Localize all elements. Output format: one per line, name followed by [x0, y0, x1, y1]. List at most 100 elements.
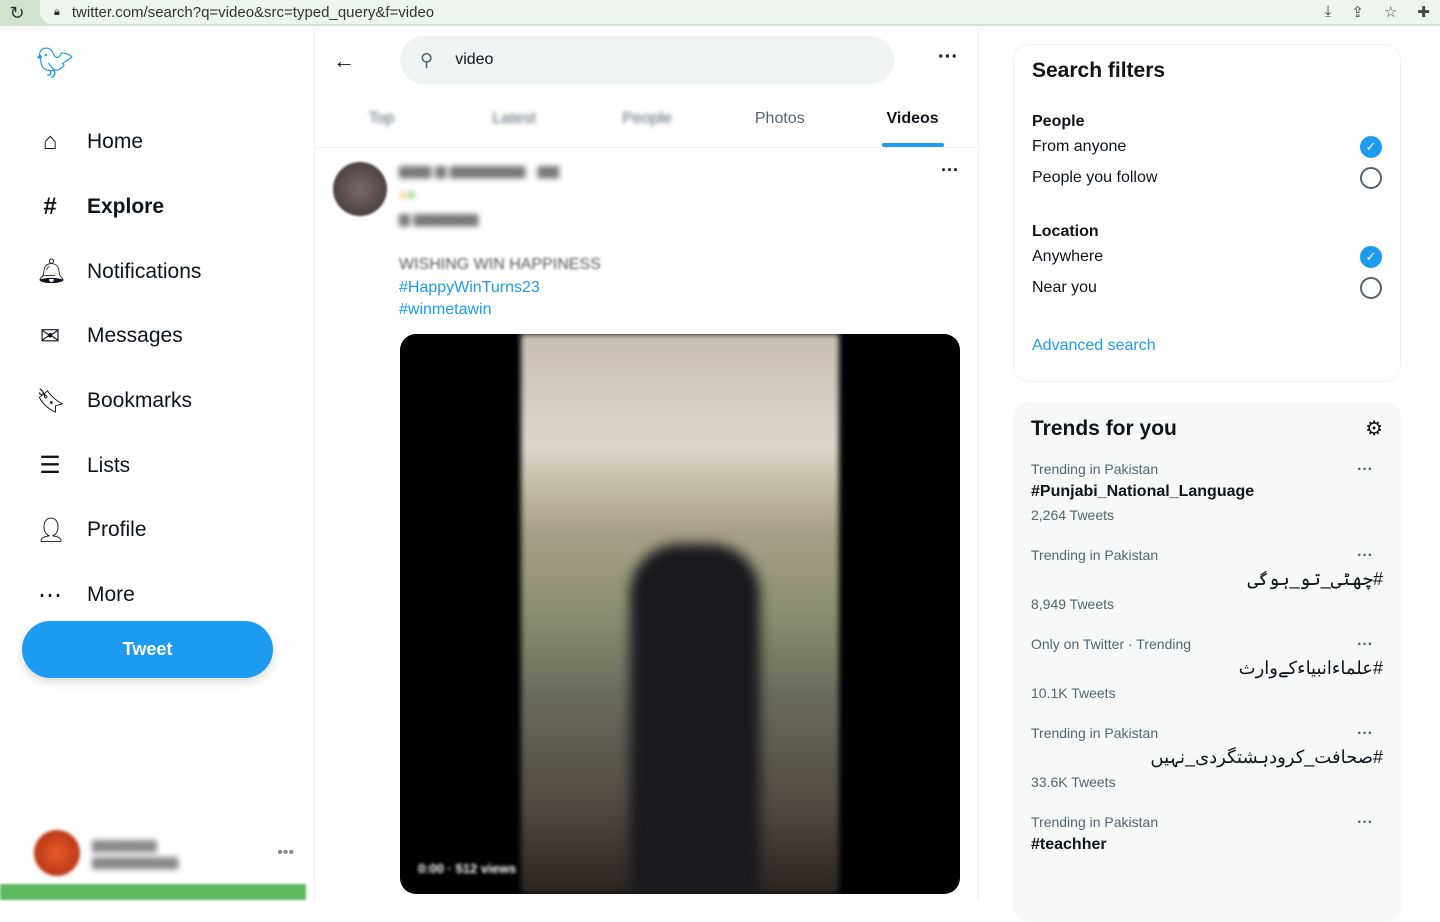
tab-latest[interactable]: Latest	[448, 90, 581, 147]
tweet-button[interactable]: Tweet	[22, 621, 273, 678]
advanced-search-link[interactable]: Advanced search	[1032, 337, 1382, 355]
reload-icon[interactable]: ↻	[0, 3, 34, 24]
hashtag-link[interactable]: #HappyWinTurns23	[399, 277, 601, 300]
trend-count: 33.6K Tweets	[1031, 774, 1116, 790]
tweet-reply-blurred: ▆ ▆▆▆▆▆▆	[399, 210, 479, 226]
tweet-emoji-blurred: ●●	[399, 186, 416, 202]
trend-count: 2,264 Tweets	[1031, 507, 1115, 523]
sidebar-item-profile[interactable]: 👤︎ Profile	[36, 498, 201, 563]
trend-count: 8,949 Tweets	[1031, 596, 1115, 612]
sidebar-item-home[interactable]: ⌂ Home	[36, 110, 201, 175]
gear-icon[interactable]: ⚙	[1365, 416, 1383, 441]
trend-item[interactable]: Only on Twitter · Trending #علماءانبیاءکے…	[1031, 636, 1383, 701]
primary-nav: ⌂ Home # Explore 🔔︎ Notifications ✉ Messages 🔖︎ B…	[36, 110, 201, 628]
tweet-body: WISHING WIN HAPPINESS	[399, 256, 601, 273]
filter-option-label: Near you	[1032, 278, 1097, 296]
radio-checked-icon[interactable]: ✓	[1360, 135, 1382, 158]
trend-item[interactable]: Trending in Pakistan #Punjabi_National_La…	[1031, 461, 1383, 523]
trend-name: #Punjabi_National_Language	[1031, 483, 1255, 500]
trend-name: #صحافت_کرودہشتگردی_نہیں	[1150, 747, 1383, 767]
sidebar-item-bookmarks[interactable]: 🔖︎ Bookmarks	[36, 369, 201, 434]
bookmark-icon: 🔖︎	[36, 387, 67, 415]
tweet-author-blurred[interactable]: ▆▆▆ ▆ ▆▆▆▆▆▆▆ · ▆▆	[399, 162, 559, 179]
status-bar	[0, 884, 306, 900]
search-input[interactable]	[455, 51, 663, 69]
people-heading: People	[1032, 113, 1085, 130]
browser-bar: ↻ 🔒︎ twitter.com/search?q=video&src=type…	[0, 0, 1440, 26]
extensions-icon[interactable]: ✚	[1417, 3, 1430, 21]
tab-top[interactable]: Top	[315, 90, 448, 147]
radio-empty-icon[interactable]	[1360, 276, 1382, 299]
avatar	[34, 830, 80, 876]
install-icon[interactable]: ⤓	[1325, 3, 1332, 21]
search-box[interactable]: ⚲	[400, 36, 894, 84]
trends-panel: Trends for you ⚙ Trending in Pakistan #Pun…	[1013, 402, 1401, 922]
sidebar-item-label: Lists	[87, 453, 131, 477]
trend-context: Trending in Pakistan	[1031, 461, 1159, 477]
trend-count: 10.1K Tweets	[1031, 685, 1116, 701]
hashtag-icon: #	[43, 193, 57, 221]
hashtag-link[interactable]: #winmetawin	[399, 299, 601, 322]
more-circle-icon: ⋯	[38, 581, 62, 609]
radio-empty-icon[interactable]	[1360, 166, 1382, 189]
url-text: twitter.com/search?q=video&src=typed_que…	[71, 3, 435, 21]
filter-option[interactable]: Near you	[1032, 272, 1382, 303]
search-icon: ⚲	[420, 49, 434, 70]
trend-item[interactable]: Trending in Pakistan #teachher ···	[1031, 814, 1383, 854]
sidebar-item-label: Messages	[87, 324, 183, 348]
share-icon[interactable]: ⇪	[1351, 3, 1364, 21]
list-icon: ☰	[39, 452, 61, 480]
video-player[interactable]: 0:00 · 512 views	[400, 334, 960, 894]
trend-more-icon[interactable]: ···	[1357, 547, 1373, 565]
filter-option-label: Anywhere	[1032, 247, 1104, 265]
bell-icon: 🔔︎	[36, 258, 67, 286]
main-column: ← ⚲ ··· TopLatestPeoplePhotosVideos ▆▆▆ …	[315, 30, 979, 900]
video-meta-blurred: 0:00 · 512 views	[418, 861, 517, 876]
sidebar-item-label: Home	[87, 130, 144, 154]
tweet-avatar[interactable]	[333, 162, 387, 216]
sidebar-item-more[interactable]: ⋯ More	[36, 563, 201, 628]
filter-option[interactable]: Anywhere ✓	[1032, 241, 1382, 272]
trend-more-icon[interactable]: ···	[1357, 814, 1373, 832]
trend-item[interactable]: Trending in Pakistan #چھٹی_تو_ہوگی 8,949 T…	[1031, 547, 1383, 612]
trend-context: Trending in Pakistan	[1031, 547, 1159, 563]
sidebar-item-label: Bookmarks	[87, 389, 193, 413]
trend-more-icon[interactable]: ···	[1357, 636, 1373, 654]
twitter-logo-icon[interactable]: 🐦︎	[36, 46, 74, 81]
tweet-text: WISHING WIN HAPPINESS #HappyWinTurns23 #…	[399, 254, 601, 322]
more-options-icon[interactable]: ···	[938, 46, 958, 69]
star-icon[interactable]: ☆	[1384, 3, 1397, 21]
back-arrow-icon[interactable]: ←	[333, 48, 355, 74]
sidebar-item-notifications[interactable]: 🔔︎ Notifications	[36, 239, 201, 304]
video-subject	[630, 544, 760, 894]
mail-icon: ✉	[39, 322, 61, 350]
account-name-blurred: ▆▆▆▆▆▆ ▆▆▆▆▆▆▆▆	[92, 836, 179, 869]
trend-item[interactable]: Trending in Pakistan #صحافت_کرودہشتگردی_ن…	[1031, 725, 1383, 790]
home-icon: ⌂	[42, 128, 58, 156]
person-icon: 👤︎	[36, 516, 67, 544]
sidebar-item-label: Explore	[87, 195, 165, 219]
tweet-more-icon[interactable]: ···	[941, 160, 959, 181]
radio-checked-icon[interactable]: ✓	[1360, 245, 1382, 268]
trend-name: #چھٹی_تو_ہوگی	[1247, 569, 1383, 589]
tab-videos[interactable]: Videos	[846, 90, 979, 147]
sidebar-item-explore[interactable]: # Explore	[36, 175, 201, 240]
trend-context: Trending in Pakistan	[1031, 814, 1159, 830]
tab-people[interactable]: People	[581, 90, 714, 147]
trend-context: Trending in Pakistan	[1031, 725, 1159, 741]
filter-option[interactable]: People you follow	[1032, 162, 1382, 193]
filter-option-label: From anyone	[1032, 137, 1127, 155]
filter-option[interactable]: From anyone ✓	[1032, 131, 1382, 162]
sidebar-item-lists[interactable]: ☰ Lists	[36, 433, 201, 498]
account-switcher[interactable]: ▆▆▆▆▆▆ ▆▆▆▆▆▆▆▆ •••	[34, 830, 294, 876]
trend-more-icon[interactable]: ···	[1357, 725, 1373, 743]
trend-name: #علماءانبیاءکےوارث	[1238, 658, 1383, 678]
lock-icon: 🔒︎	[54, 5, 60, 18]
tab-photos[interactable]: Photos	[713, 90, 846, 147]
trend-more-icon[interactable]: ···	[1357, 461, 1373, 479]
address-bar[interactable]: 🔒︎ twitter.com/search?q=video&src=typed_…	[40, 0, 1440, 24]
sidebar-item-label: More	[87, 583, 135, 607]
location-heading: Location	[1032, 223, 1099, 240]
sidebar-item-messages[interactable]: ✉ Messages	[36, 304, 201, 369]
search-filters-title: Search filters	[1032, 59, 1166, 82]
